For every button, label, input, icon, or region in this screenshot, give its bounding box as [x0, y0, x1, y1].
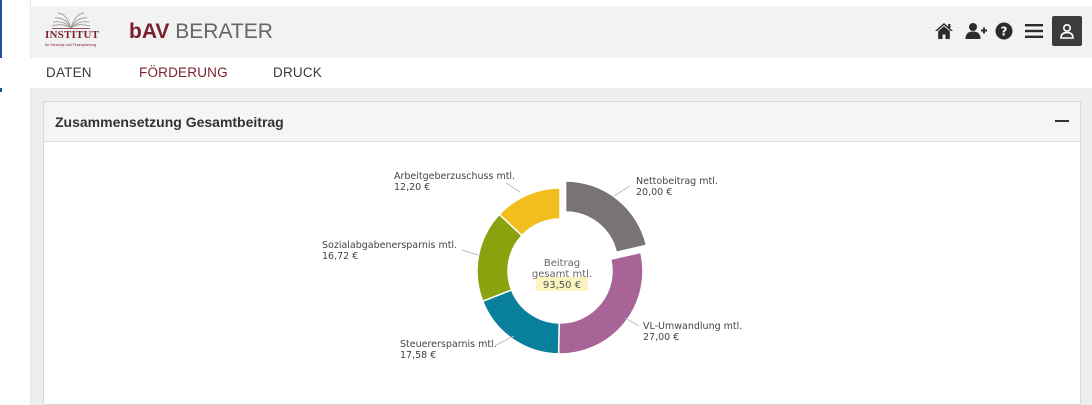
slice-label-vl-umwandlung-mtl: VL-Umwandlung mtl. — [643, 321, 742, 332]
contribution-donut-chart: Nettobeitrag mtl.20,00 € VL-Umwandlung mt… — [322, 171, 742, 361]
slice-value-sozialabgabenersparnis-mtl: 16,72 € — [322, 251, 358, 262]
slice-value-arbeitgeberzuschuss-mtl: 12,20 € — [394, 182, 430, 193]
slice-label-steuerersparnis-mtl: Steuerersparnis mtl. — [400, 339, 497, 350]
slice-label-sozialabgabenersparnis-mtl: Sozialabgabenersparnis mtl. — [322, 240, 457, 251]
leader-line-sozialabgabenersparnis-mtl — [461, 249, 479, 256]
leader-line-vl-umwandlung-mtl — [624, 317, 640, 327]
slice-value-vl-umwandlung-mtl: 27,00 € — [643, 332, 679, 343]
slice-label-nettobeitrag-mtl: Nettobeitrag mtl. — [636, 176, 718, 187]
leader-line-nettobeitrag-mtl — [613, 185, 631, 197]
leader-line-steuerersparnis-mtl — [495, 335, 515, 346]
center-label-line1: Beitrag — [544, 258, 580, 269]
slice-value-nettobeitrag-mtl: 20,00 € — [636, 187, 672, 198]
slice-value-steuerersparnis-mtl: 17,58 € — [400, 350, 436, 361]
center-total-value: 93,50 € — [543, 280, 581, 291]
leader-line-arbeitgeberzuschuss-mtl — [505, 182, 521, 193]
center-label-line2: gesamt mtl. — [532, 269, 592, 280]
donut-slice-nettobeitrag-mtl[interactable] — [564, 180, 648, 254]
slice-label-arbeitgeberzuschuss-mtl: Arbeitgeberzuschuss mtl. — [394, 171, 515, 182]
